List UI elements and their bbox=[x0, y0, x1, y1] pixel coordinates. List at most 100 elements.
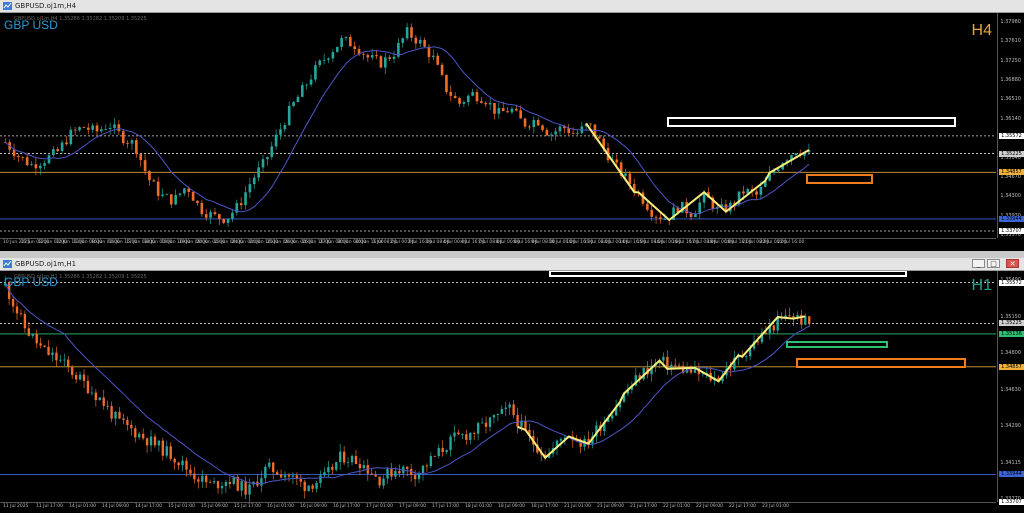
h1-time-tick: 21 Jul 17:00 bbox=[630, 504, 657, 509]
h1-candle bbox=[130, 424, 133, 429]
h1-price-badge: 1.35225 bbox=[999, 320, 1024, 327]
h4-titlebar[interactable]: GBPUSD.oj1m,H4 bbox=[0, 0, 1024, 13]
h1-candle bbox=[118, 411, 121, 419]
h1-candle bbox=[390, 468, 393, 477]
h4-candle bbox=[475, 92, 479, 102]
h4-candle bbox=[244, 192, 247, 206]
h1-candle bbox=[161, 440, 165, 456]
h1-candle bbox=[484, 422, 488, 427]
h1-candle bbox=[74, 374, 78, 380]
h1-candle bbox=[437, 447, 440, 457]
h1-candle bbox=[31, 333, 34, 336]
h4-candle bbox=[113, 124, 116, 128]
h1-price-axis[interactable]: 1.354901.351501.348001.346301.342901.341… bbox=[997, 271, 1024, 506]
h1-candle bbox=[138, 433, 141, 438]
h4-candle bbox=[423, 40, 426, 47]
h1-candle bbox=[141, 433, 145, 439]
h1-price-badge: 1.34857 bbox=[999, 363, 1024, 370]
h1-chart-window[interactable]: GBPUSD.oj1m,H1 _ □ ✕ GBPUSD.oj1m,H1 1.35… bbox=[0, 258, 1024, 513]
h4-orange-zone-box[interactable] bbox=[806, 174, 873, 184]
h4-white-zone-box[interactable] bbox=[667, 117, 956, 127]
h1-candle bbox=[445, 450, 448, 453]
h4-price-tick: 1.36140 bbox=[1000, 115, 1021, 122]
h1-moving-average[interactable] bbox=[4, 282, 810, 485]
h4-price-axis[interactable]: 1.37980 1.37610 1.37250 1.36880 1.36510 1.361… bbox=[997, 13, 1024, 238]
h4-candle bbox=[432, 55, 435, 58]
h1-candle bbox=[268, 462, 271, 467]
h4-time-tick: 22 Jul 16:00 bbox=[777, 240, 805, 245]
h1-orange-zone-box[interactable] bbox=[796, 358, 966, 368]
h4-candle bbox=[589, 123, 592, 125]
h4-candle bbox=[261, 159, 265, 168]
h1-candle bbox=[169, 446, 172, 459]
h4-candle bbox=[742, 191, 745, 194]
h1-candle bbox=[47, 346, 50, 355]
h1-candle bbox=[264, 466, 267, 479]
h1-timeframe-label: H1 bbox=[971, 277, 992, 294]
minimize-button[interactable]: _ bbox=[972, 259, 985, 268]
h4-candle bbox=[523, 118, 527, 127]
h4-candle bbox=[300, 85, 304, 97]
h4-candle bbox=[445, 74, 448, 92]
h1-candle bbox=[11, 298, 15, 307]
h4-candle bbox=[528, 126, 531, 128]
h1-price-badge: 1.33707 bbox=[999, 499, 1024, 506]
h4-candle bbox=[576, 133, 579, 134]
h1-candle bbox=[429, 455, 433, 466]
h4-zigzag-line[interactable] bbox=[585, 122, 810, 222]
h4-candle bbox=[362, 54, 365, 55]
h1-time-axis[interactable]: 11 Jul 2025 11 Jul 17:00 14 Jul 01:00 14 Ju… bbox=[0, 502, 996, 512]
h1-candle bbox=[453, 432, 456, 437]
h1-candle bbox=[508, 404, 511, 408]
h4-candle bbox=[226, 218, 230, 223]
h4-candle bbox=[349, 36, 352, 47]
h4-candle bbox=[73, 129, 77, 131]
h4-candle bbox=[161, 194, 164, 196]
h1-candle bbox=[788, 315, 791, 317]
h4-candle bbox=[327, 58, 330, 60]
h1-candle bbox=[398, 470, 401, 474]
h4-candle bbox=[38, 165, 42, 169]
h1-plot-area[interactable]: GBPUSD.oj1m,H1 1.35286 1.35282 1.35209 1… bbox=[0, 271, 1024, 502]
h1-candle bbox=[287, 475, 291, 477]
h1-titlebar[interactable]: GBPUSD.oj1m,H1 _ □ ✕ bbox=[0, 258, 1024, 271]
h4-plot-area[interactable]: GBPUSD.oj1m,H4 1.35286 1.35282 1.35209 1… bbox=[0, 13, 1024, 238]
h1-candle bbox=[339, 451, 342, 463]
h4-candle bbox=[388, 57, 391, 59]
h1-candle bbox=[303, 481, 306, 491]
h4-candle bbox=[143, 160, 147, 172]
h1-candle bbox=[327, 467, 330, 473]
h4-candle bbox=[191, 191, 195, 201]
h1-time-tick: 18 Jul 09:00 bbox=[498, 504, 525, 509]
h1-candle bbox=[342, 451, 346, 463]
h1-time-tick: 15 Jul 17:00 bbox=[234, 504, 261, 509]
window-divider bbox=[0, 251, 1024, 258]
maximize-button[interactable]: □ bbox=[987, 259, 1000, 268]
h1-candle bbox=[173, 458, 176, 463]
h1-white-zone-box[interactable] bbox=[549, 271, 907, 277]
h4-candle bbox=[183, 188, 186, 194]
h4-candle bbox=[318, 60, 322, 66]
h4-candle bbox=[466, 95, 470, 103]
close-button[interactable]: ✕ bbox=[1006, 259, 1019, 268]
h1-candle bbox=[67, 359, 70, 367]
h4-candle bbox=[549, 134, 553, 136]
h4-time-axis[interactable]: 10 Jun 2025 11 Jun 08:00 12 Jun 00:00 12 Ju… bbox=[0, 238, 996, 248]
h4-price-badge: 1.33944 bbox=[999, 215, 1024, 222]
h4-candle bbox=[628, 173, 632, 185]
h4-candle bbox=[274, 134, 278, 147]
h1-candle bbox=[39, 343, 42, 346]
h4-candle bbox=[453, 95, 457, 99]
h1-candle bbox=[55, 352, 58, 361]
h4-candle bbox=[654, 216, 658, 218]
h1-time-tick: 17 Jul 01:00 bbox=[366, 504, 393, 509]
h1-green-zone-box[interactable] bbox=[786, 341, 888, 348]
h4-chart-window[interactable]: GBPUSD.oj1m,H4 GBPUSD.oj1m,H4 1.35286 1.… bbox=[0, 0, 1024, 251]
h4-candle bbox=[449, 91, 453, 96]
h4-candle bbox=[663, 219, 667, 220]
h1-candle bbox=[315, 482, 318, 489]
h4-price-badge: 1.35225 bbox=[999, 150, 1024, 157]
h4-candle bbox=[78, 127, 81, 131]
h4-candle bbox=[292, 102, 295, 106]
h4-moving-average[interactable] bbox=[4, 46, 810, 215]
